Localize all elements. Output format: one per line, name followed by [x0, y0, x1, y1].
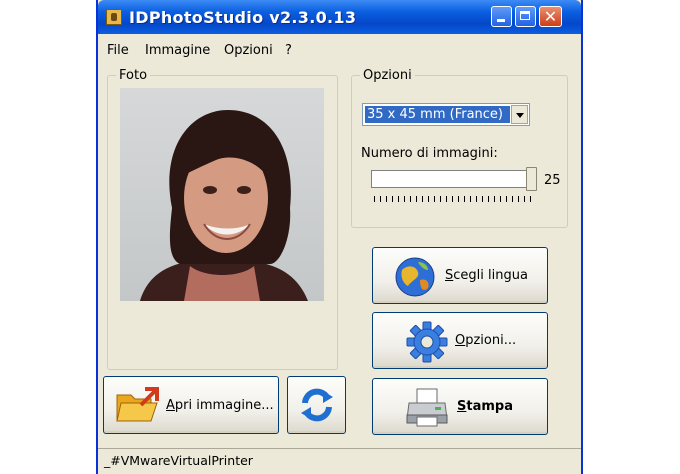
options-button[interactable]: Opzioni... [372, 312, 548, 369]
folder-icon [116, 387, 159, 422]
options-group-legend: Opzioni [363, 68, 412, 83]
menu-opzioni[interactable]: Opzioni [224, 43, 273, 58]
menu-help[interactable]: ? [285, 43, 292, 58]
title-bar[interactable]: IDPhotoStudio v2.3.0.13 ✕ [98, 0, 581, 34]
window-title: IDPhotoStudio v2.3.0.13 [129, 8, 357, 27]
choose-language-label: Scegli lingua [445, 268, 528, 283]
menu-immagine[interactable]: Immagine [145, 43, 210, 58]
photo-preview [120, 88, 324, 301]
refresh-icon [301, 388, 333, 422]
maximize-button[interactable] [515, 6, 536, 27]
image-count-value: 25 [544, 173, 561, 188]
globe-icon [395, 257, 435, 297]
format-dropdown[interactable]: 35 x 45 mm (France) [362, 103, 530, 126]
app-icon[interactable] [106, 9, 122, 25]
minimize-button[interactable] [491, 6, 512, 27]
open-image-label: Apri immagine... [166, 398, 274, 413]
status-bar: _#VMwareVirtualPrinter [98, 448, 581, 474]
photo-group-legend: Foto [119, 68, 148, 83]
menu-file[interactable]: File [107, 43, 129, 58]
image-count-label: Numero di immagini: [361, 146, 498, 161]
app-window: IDPhotoStudio v2.3.0.13 ✕ File Immagine … [98, 0, 581, 474]
portrait-image [120, 88, 324, 301]
gear-icon [406, 321, 448, 363]
refresh-button[interactable] [287, 376, 346, 434]
printer-icon [406, 388, 448, 427]
chevron-down-icon[interactable] [511, 105, 528, 124]
window-right-border [581, 0, 583, 474]
format-selected-value: 35 x 45 mm (France) [365, 106, 510, 123]
options-button-label: Opzioni... [455, 333, 517, 348]
image-count-slider-thumb[interactable] [526, 167, 537, 191]
printer-status-text: _#VMwareVirtualPrinter [104, 453, 253, 468]
menu-bar: File Immagine Opzioni ? [98, 40, 581, 62]
print-button-label: Stampa [457, 399, 513, 414]
print-button[interactable]: Stampa [372, 378, 548, 435]
close-button[interactable]: ✕ [539, 6, 562, 27]
image-count-slider-track[interactable] [371, 170, 527, 188]
open-image-button[interactable]: Apri immagine... [103, 376, 279, 434]
choose-language-button[interactable]: Scegli lingua [372, 247, 548, 304]
slider-ticks [374, 196, 532, 202]
